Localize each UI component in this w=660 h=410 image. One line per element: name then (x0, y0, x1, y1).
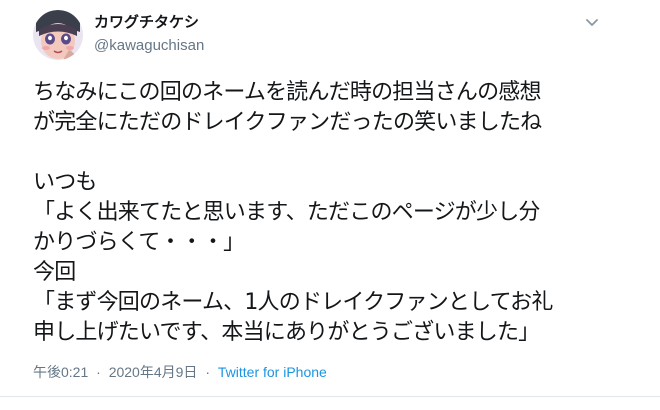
tweet-line: 「よく出来てたと思います、ただこのページが少し分 (33, 200, 540, 225)
tweet-line (33, 138, 653, 168)
tweet-line: 申し上げたいです、本当にありがとうございました」 (33, 320, 540, 345)
tweet-line: ちなみにこの回のネームを読んだ時の担当さんの感想 (33, 80, 542, 105)
avatar[interactable] (33, 10, 83, 60)
tweet-date[interactable]: 2020年4月9日 (109, 364, 198, 380)
user-handle[interactable]: @kawaguchisan (94, 36, 204, 56)
tweet-line: 「まず今回のネーム、1人のドレイクファンとしてお礼 (33, 290, 553, 315)
divider (0, 396, 660, 397)
tweet-line: 今回 (33, 260, 76, 285)
tweet-line: いつも (33, 170, 97, 195)
tweet-text: ちなみにこの回のネームを読んだ時の担当さんの感想 が完全にただのドレイクファンだ… (33, 78, 653, 348)
more-options-button[interactable] (582, 14, 602, 32)
tweet-card: カワグチタケシ @kawaguchisan ちなみにこの回のネームを読んだ時の担… (0, 0, 660, 410)
chevron-down-icon (586, 19, 598, 26)
tweet-meta: 午後0:21 · 2020年4月9日 · Twitter for iPhone (33, 363, 327, 381)
display-name[interactable]: カワグチタケシ (94, 12, 204, 32)
meta-separator: · (205, 364, 210, 380)
tweet-source-link[interactable]: Twitter for iPhone (218, 364, 327, 380)
tweet-line: が完全にただのドレイクファンだったの笑いましたね (33, 110, 542, 135)
avatar-illustration (33, 10, 83, 60)
tweet-line: かりづらくて・・・」 (33, 230, 245, 255)
meta-separator: · (96, 364, 101, 380)
user-info: カワグチタケシ @kawaguchisan (94, 12, 204, 56)
tweet-time[interactable]: 午後0:21 (33, 364, 88, 380)
